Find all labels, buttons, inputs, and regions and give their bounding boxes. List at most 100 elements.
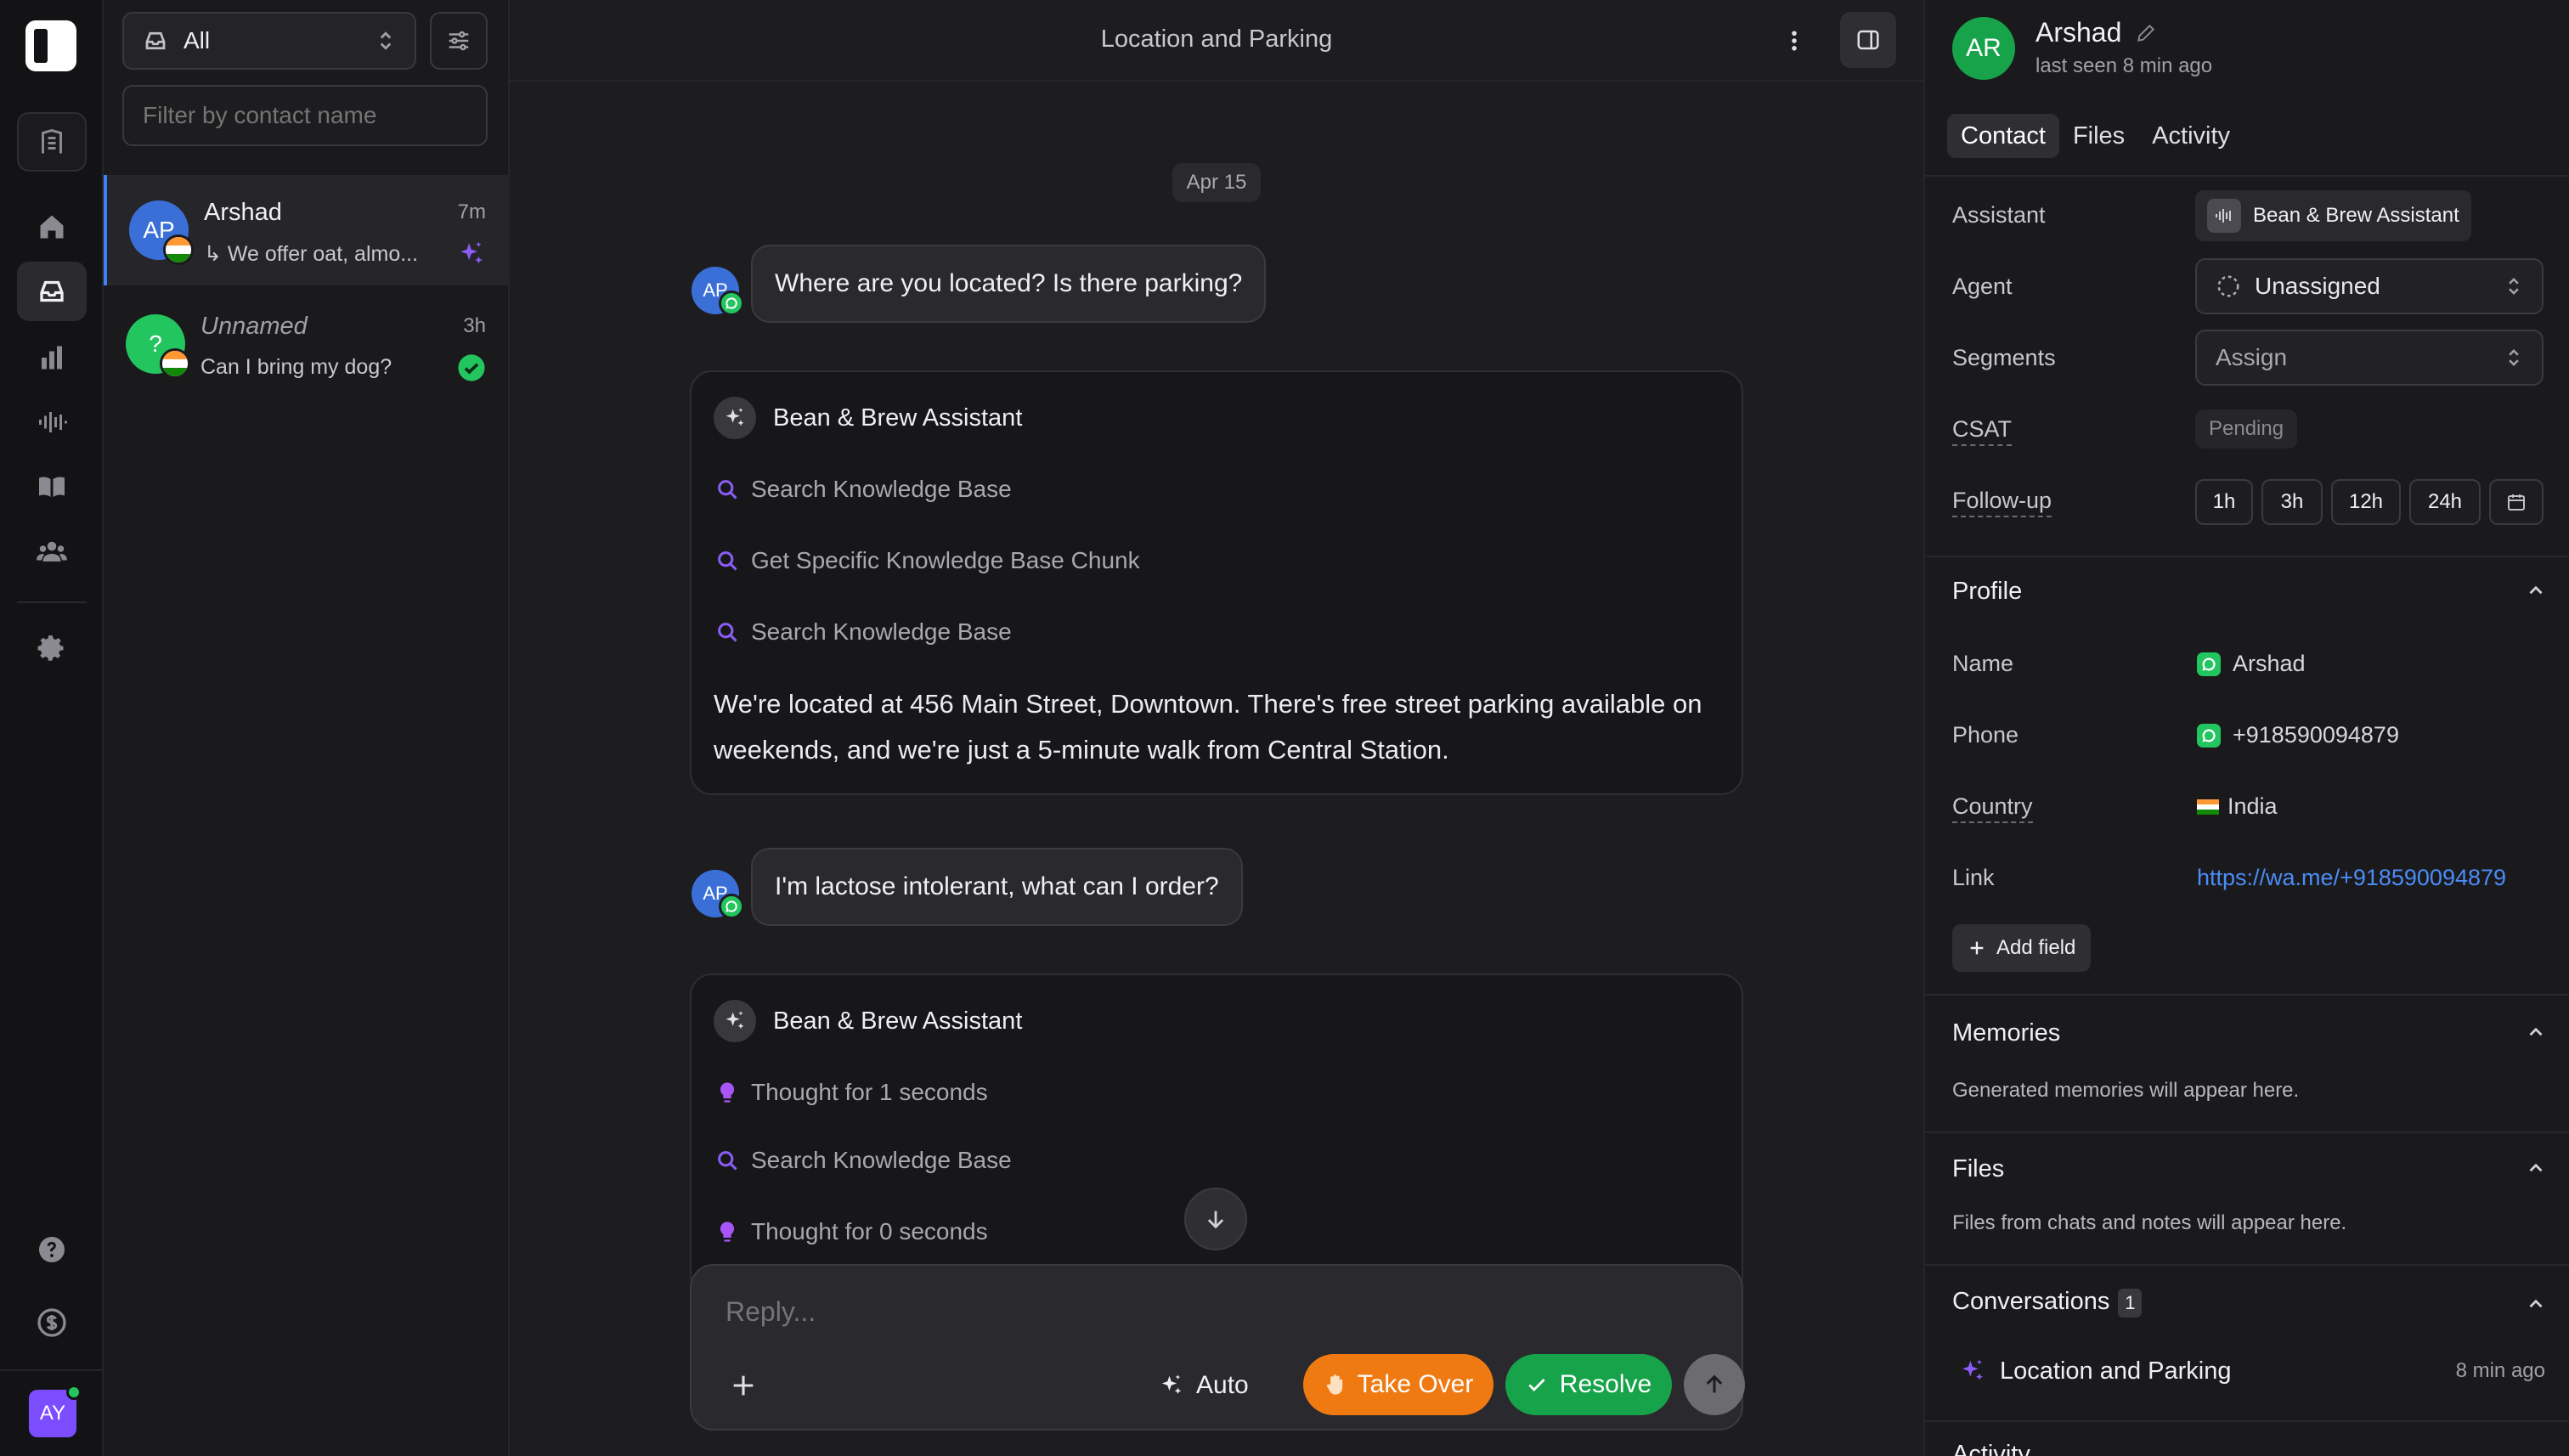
contacts-icon[interactable]	[17, 522, 87, 581]
help-circle-icon[interactable]	[17, 1220, 87, 1279]
contact-name: Arshad	[204, 199, 282, 226]
inbox-icon[interactable]	[17, 262, 87, 321]
scroll-to-bottom-button[interactable]	[1184, 1188, 1247, 1250]
home-icon[interactable]	[17, 197, 87, 257]
files-section-title[interactable]: Files	[1952, 1155, 2004, 1183]
follow-up-label: Follow-up	[1952, 488, 2052, 517]
book-icon[interactable]	[17, 457, 87, 516]
tool-step[interactable]: Get Specific Knowledge Base Chunk	[715, 544, 1140, 578]
unassigned-circle-icon	[2217, 275, 2239, 297]
settings-gear-icon[interactable]	[17, 618, 87, 678]
filter-settings-button[interactable]	[430, 12, 488, 70]
contact-name-header: Arshad	[2035, 17, 2157, 48]
ai-sparkles-icon	[460, 241, 483, 264]
conversation-item[interactable]: ? Unnamed 3h Can I bring my dog?	[104, 289, 508, 399]
india-flag-icon	[163, 234, 194, 265]
conversation-history-item[interactable]: Location and Parking 8 min ago	[1959, 1354, 2545, 1388]
agent-label: Agent	[1952, 274, 2013, 299]
edit-pencil-icon[interactable]	[2135, 22, 2157, 44]
tool-step[interactable]: Thought for 1 seconds	[715, 1075, 988, 1109]
phone-label: Phone	[1952, 722, 2019, 748]
india-flag-icon	[2197, 799, 2219, 815]
search-icon	[718, 480, 737, 499]
date-separator: Apr 15	[1172, 163, 1261, 202]
toggle-side-panel-button[interactable]	[1840, 12, 1896, 68]
follow-up-12h-button[interactable]: 12h	[2331, 479, 2401, 525]
search-icon	[718, 1151, 737, 1171]
contact-search-input[interactable]	[122, 85, 488, 146]
analytics-icon[interactable]	[17, 328, 87, 387]
memories-section-title[interactable]: Memories	[1952, 1019, 2060, 1047]
search-icon	[718, 623, 737, 642]
chat-header: Location and Parking	[510, 0, 1923, 82]
tool-step[interactable]: Search Knowledge Base	[715, 1143, 1012, 1177]
sparkles-icon	[714, 397, 756, 439]
conversations-section-title[interactable]: Conversations 1	[1952, 1288, 2143, 1318]
tab-activity[interactable]: Activity	[2138, 114, 2244, 158]
message-bubble: Where are you located? Is there parking?	[751, 245, 1267, 323]
whatsapp-link[interactable]: https://wa.me/+918590094879	[2197, 865, 2506, 891]
whatsapp-icon	[2197, 652, 2221, 676]
take-over-button[interactable]: Take Over	[1303, 1354, 1493, 1415]
tool-step-label: Get Specific Knowledge Base Chunk	[751, 547, 1140, 573]
take-over-label: Take Over	[1357, 1370, 1474, 1398]
tab-files[interactable]: Files	[2059, 114, 2138, 158]
tool-step[interactable]: Thought for 0 seconds	[715, 1215, 988, 1249]
follow-up-1h-button[interactable]: 1h	[2195, 479, 2253, 525]
tool-step[interactable]: Search Knowledge Base	[715, 472, 1012, 506]
conversation-preview: ↳ We offer oat, almo...	[204, 242, 419, 266]
country-value: India	[2197, 793, 2278, 820]
divider	[1925, 1264, 2569, 1266]
calendar-icon	[2508, 494, 2525, 511]
ai-sparkles-icon	[1962, 1359, 1983, 1380]
inbox-icon	[145, 31, 166, 50]
reply-input[interactable]	[726, 1296, 1711, 1328]
phone-value: +918590094879	[2197, 722, 2399, 748]
follow-up-3h-button[interactable]: 3h	[2261, 479, 2323, 525]
assistant-message-text: We're located at 456 Main Street, Downto…	[714, 689, 1702, 765]
conversation-history-title: Location and Parking	[2000, 1357, 2232, 1385]
conversation-title: Location and Parking	[1100, 25, 1333, 53]
resolved-check-icon	[458, 354, 485, 381]
user-avatar[interactable]: AY	[29, 1385, 82, 1437]
name-label: Name	[1952, 651, 2014, 676]
building-icon[interactable]	[17, 112, 87, 172]
activity-section-title[interactable]: Activity	[1952, 1441, 2030, 1456]
resolve-button[interactable]: Resolve	[1505, 1354, 1672, 1415]
chevron-up-icon[interactable]	[2525, 1021, 2547, 1043]
conversation-item[interactable]: AP Arshad 7m ↳ We offer oat, almo...	[104, 175, 508, 285]
chevron-up-icon[interactable]	[2525, 579, 2547, 601]
chevron-up-icon[interactable]	[2525, 1293, 2547, 1315]
follow-up-calendar-button[interactable]	[2489, 479, 2544, 525]
add-field-button[interactable]: Add field	[1952, 924, 2092, 972]
last-seen: last seen 8 min ago	[2035, 54, 2213, 77]
panel-right-icon	[1857, 30, 1879, 50]
tool-step-label: Thought for 0 seconds	[751, 1218, 988, 1244]
chevron-up-down-icon	[380, 31, 392, 50]
tool-step[interactable]: Search Knowledge Base	[715, 615, 1012, 649]
chevron-up-down-icon	[2509, 278, 2519, 295]
auto-mode-button[interactable]: Auto	[1159, 1364, 1249, 1407]
voice-waveform-icon[interactable]	[17, 392, 87, 452]
attach-button[interactable]	[724, 1366, 763, 1405]
conversation-time: 7m	[457, 200, 486, 223]
conversation-time: 3h	[463, 314, 486, 337]
agent-value: Unassigned	[2255, 273, 2380, 299]
more-options-button[interactable]	[1774, 20, 1815, 61]
online-indicator	[66, 1385, 82, 1400]
profile-section-title[interactable]: Profile	[1952, 578, 2022, 606]
chevron-up-icon[interactable]	[2525, 1157, 2547, 1179]
app-logo[interactable]	[25, 20, 76, 71]
divider	[1925, 1132, 2569, 1133]
tab-contact[interactable]: Contact	[1947, 114, 2059, 158]
assistant-header: Bean & Brew Assistant	[714, 999, 1022, 1043]
dollar-circle-icon[interactable]	[17, 1293, 87, 1352]
send-button[interactable]	[1684, 1354, 1745, 1415]
agent-select[interactable]: Unassigned	[2195, 258, 2544, 314]
conversations-title-text: Conversations	[1952, 1288, 2110, 1315]
assistant-message: Bean & Brew Assistant Search Knowledge B…	[690, 370, 1743, 795]
inbox-filter-select[interactable]: All	[122, 12, 416, 70]
assistant-chip[interactable]: Bean & Brew Assistant	[2195, 190, 2471, 241]
follow-up-24h-button[interactable]: 24h	[2409, 479, 2481, 525]
segments-select[interactable]: Assign	[2195, 330, 2544, 386]
